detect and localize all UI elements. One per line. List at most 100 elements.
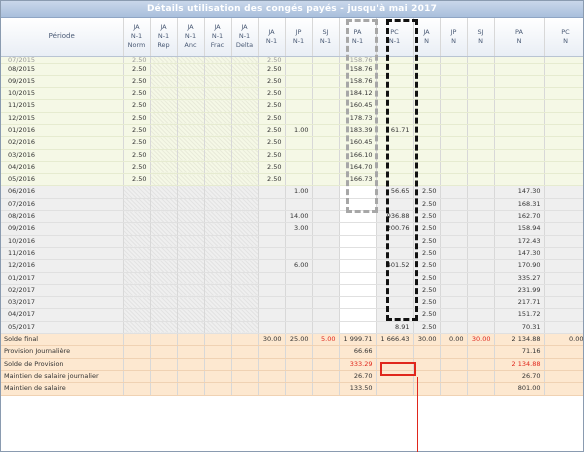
table-row[interactable]: 04/2017 2.50 151.72 [1, 308, 583, 322]
table-row[interactable]: 03/2017 2.50 217.71 [1, 296, 583, 310]
table-row[interactable]: 02/2016 2.50 2.50 160.45 [1, 136, 583, 150]
table-row[interactable]: 04/2016 2.50 2.50 164.70 [1, 161, 583, 175]
value-cell [204, 124, 232, 138]
table-row[interactable]: 07/2016 2.50 168.31 [1, 198, 583, 212]
summary-label: Solde de Provision [1, 358, 124, 371]
value-cell [150, 87, 178, 101]
table-row[interactable]: 11/2016 2.50 147.30 [1, 247, 583, 261]
table-row[interactable]: 01/2016 2.50 2.50 1.00 183.39 61.71 [1, 124, 583, 138]
header-line: Delta [235, 41, 254, 50]
value-cell [231, 210, 259, 224]
table-row[interactable]: 06/2016 1.00 56.65 2.50 147.30 [1, 185, 583, 199]
column-header[interactable]: PC N-1 [376, 18, 414, 57]
value-cell [231, 99, 259, 113]
summary-value [177, 370, 205, 384]
table-row[interactable]: 08/2015 2.50 2.50 158.76 [1, 63, 583, 76]
value-cell [376, 99, 414, 113]
column-header-periode[interactable]: Période [1, 18, 124, 57]
table-row[interactable]: 01/2017 2.50 335.27 [1, 272, 583, 285]
table-row[interactable]: 05/2016 2.50 2.50 166.73 [1, 173, 583, 187]
value-cell [312, 185, 340, 199]
value-cell [150, 247, 178, 261]
table-row[interactable]: 12/2016 6.00 401.52 2.50 170.90 [1, 259, 583, 273]
summary-value [123, 370, 151, 384]
value-cell: 183.39 [339, 124, 377, 138]
table-row[interactable]: 05/2017 8.91 2.50 70.31 [1, 321, 583, 335]
column-header[interactable]: JP N [440, 18, 468, 57]
column-header[interactable]: JA N-1 [258, 18, 286, 57]
value-cell [544, 296, 583, 310]
column-header[interactable]: SJ N [467, 18, 495, 57]
value-cell: 1.00 [285, 124, 313, 138]
column-header[interactable]: PA N-1 [339, 18, 377, 57]
table-header: Période JA N-1 Norm JA N-1 Rep JA N-1 Anc JA N-1 Fra… [1, 18, 583, 57]
value-cell [413, 124, 441, 138]
value-cell [544, 173, 583, 187]
value-cell: 70.31 [494, 321, 545, 335]
value-cell [467, 198, 495, 212]
table-row[interactable]: 12/2015 2.50 2.50 178.73 [1, 112, 583, 125]
column-header[interactable]: JA N-1 Delta [231, 18, 259, 57]
table-row[interactable]: 03/2016 2.50 2.50 166.10 [1, 149, 583, 162]
column-header[interactable]: JA N-1 Norm [123, 18, 151, 57]
table-row[interactable]: 11/2015 2.50 2.50 160.45 [1, 99, 583, 113]
summary-value [231, 370, 259, 384]
value-cell [204, 296, 232, 310]
value-cell [231, 87, 259, 101]
panel-title: Détails utilisation des congés payés - j… [1, 1, 583, 18]
value-cell [467, 210, 495, 224]
header-line: N-1 [130, 32, 143, 41]
value-cell [312, 321, 340, 335]
value-cell [339, 321, 377, 335]
summary-value: 30.00 [413, 333, 441, 347]
table-row[interactable]: 09/2015 2.50 2.50 158.76 [1, 75, 583, 89]
summary-value [177, 382, 205, 396]
header-line: Anc [184, 41, 197, 50]
value-cell [312, 259, 340, 273]
value-cell [231, 149, 259, 162]
summary-value: 333.29 [339, 358, 377, 371]
summary-value: 133.50 [339, 382, 377, 396]
value-cell [231, 198, 259, 212]
value-cell: 2.50 [258, 136, 286, 150]
column-header[interactable]: JA N [413, 18, 441, 57]
column-header[interactable]: JA N-1 Frac [204, 18, 232, 57]
table-row[interactable]: 08/2016 14.00 936.88 2.50 162.70 [1, 210, 583, 224]
value-cell [177, 112, 205, 125]
value-cell [123, 321, 151, 335]
value-cell [467, 124, 495, 138]
table-row[interactable]: 10/2016 2.50 172.43 [1, 235, 583, 248]
value-cell [177, 75, 205, 89]
column-header[interactable]: JA N-1 Anc [177, 18, 205, 57]
summary-value [204, 333, 232, 347]
value-cell [376, 112, 414, 125]
summary-value [467, 358, 495, 371]
column-header[interactable]: PC N [544, 18, 583, 57]
value-cell [231, 124, 259, 138]
summary-value [440, 358, 468, 371]
table-row[interactable]: 02/2017 2.50 231.99 [1, 284, 583, 298]
summary-value [258, 370, 286, 384]
summary-value [123, 382, 151, 396]
table-row[interactable]: 10/2015 2.50 2.50 184.12 [1, 87, 583, 101]
value-cell: 14.00 [285, 210, 313, 224]
header-line: PC [390, 27, 399, 36]
value-cell: 2.50 [258, 124, 286, 138]
value-cell [231, 296, 259, 310]
value-cell [285, 112, 313, 125]
value-cell [204, 235, 232, 248]
value-cell [467, 296, 495, 310]
value-cell [413, 161, 441, 175]
value-cell [376, 87, 414, 101]
column-header[interactable]: SJ N-1 [312, 18, 340, 57]
summary-value [440, 382, 468, 396]
value-cell [312, 161, 340, 175]
value-cell [285, 321, 313, 335]
value-cell [339, 185, 377, 199]
table-row[interactable]: 09/2016 3.00 200.76 2.50 158.94 [1, 222, 583, 236]
column-header[interactable]: JP N-1 [285, 18, 313, 57]
value-cell: 2.50 [258, 75, 286, 89]
column-header[interactable]: JA N-1 Rep [150, 18, 178, 57]
column-header[interactable]: PA N [494, 18, 545, 57]
value-cell [544, 235, 583, 248]
